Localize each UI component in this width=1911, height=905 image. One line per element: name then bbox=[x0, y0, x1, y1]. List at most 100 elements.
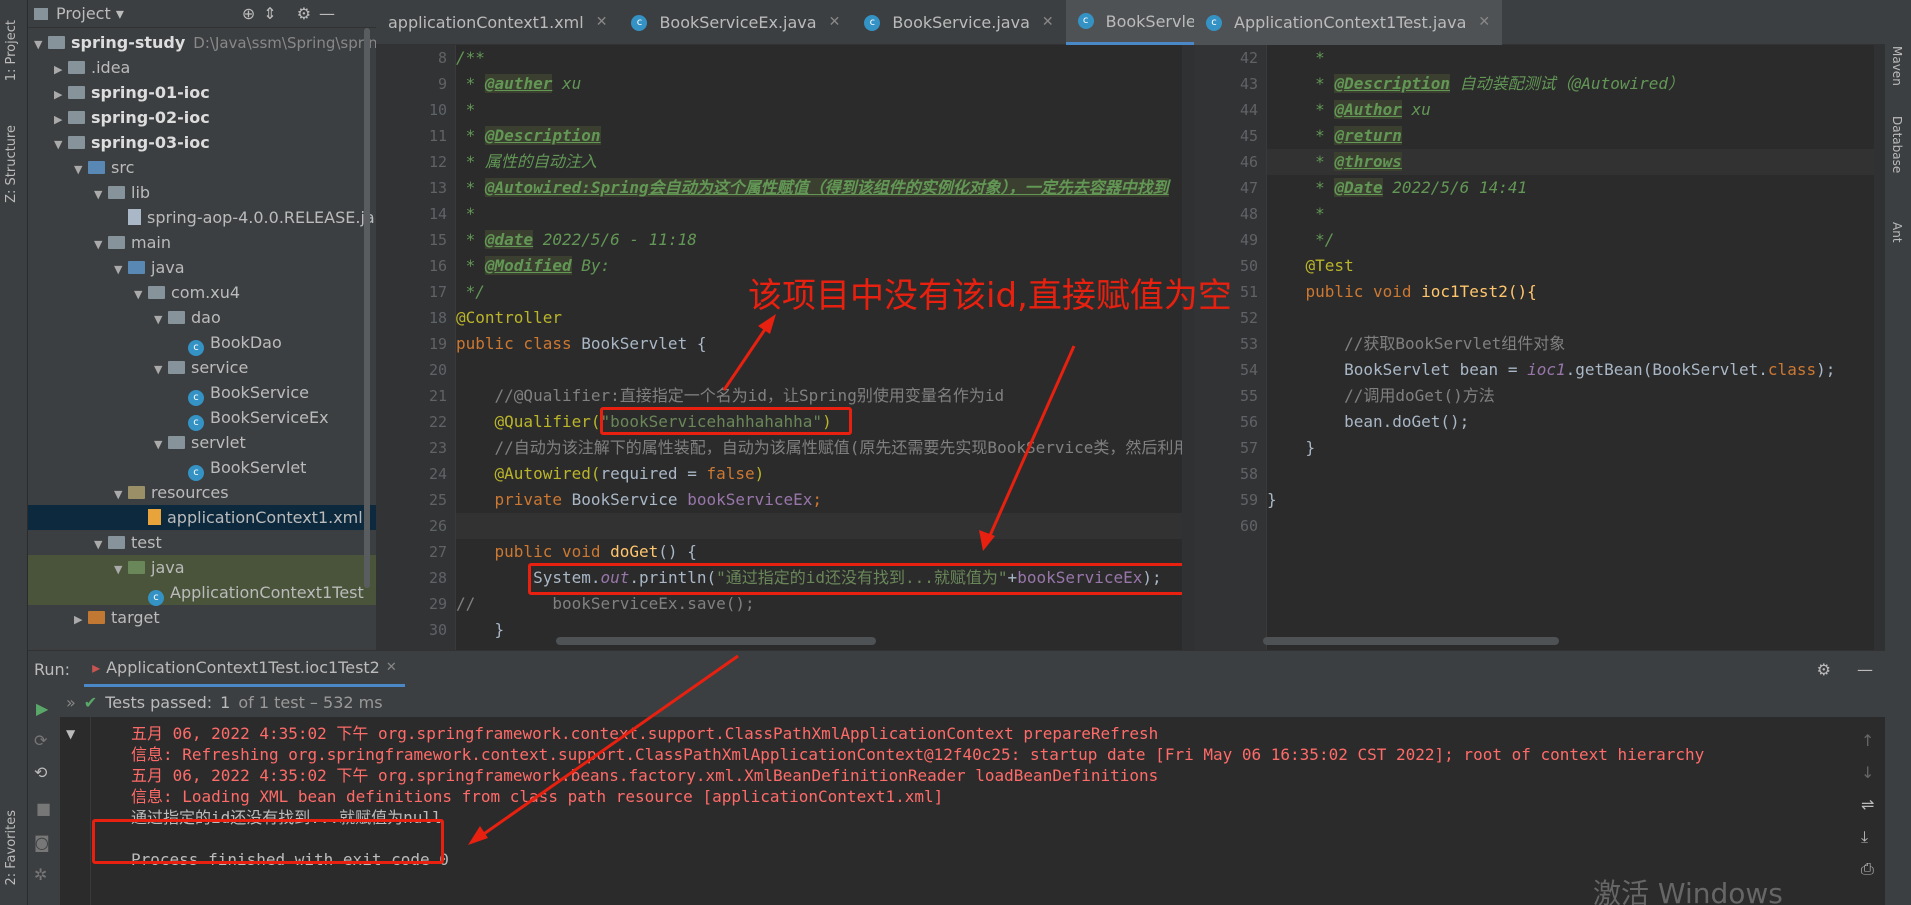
tree-item[interactable]: ▼ main bbox=[28, 230, 376, 255]
tree-item[interactable]: ▼ test bbox=[28, 530, 376, 555]
locate-icon[interactable]: ⊕ bbox=[242, 4, 255, 23]
print-icon[interactable]: ⎙ bbox=[1861, 859, 1874, 879]
tree-item[interactable]: ▶ .idea bbox=[28, 55, 376, 80]
minimize-icon[interactable]: — bbox=[1857, 660, 1873, 679]
favorites-tool-tab[interactable]: 2: Favorites bbox=[4, 810, 19, 886]
editor-applicationcontext1test[interactable]: 42 43 44 45 46 47 48 49 50 51 52 53 54 55 56 57 58 59 60 *… bbox=[1194, 45, 1885, 650]
scroll-down-icon[interactable]: ↓ bbox=[1861, 763, 1874, 782]
tree-item[interactable]: ▼ dao bbox=[28, 305, 376, 330]
folder-icon bbox=[68, 111, 85, 124]
horizontal-scrollbar[interactable] bbox=[1263, 637, 1559, 645]
code-line: @Autowired(required = false) bbox=[456, 464, 765, 483]
tree-item[interactable]: ▼ src bbox=[28, 155, 376, 180]
rerun-icon[interactable]: ▶ bbox=[36, 699, 48, 718]
tree-item-label: dao bbox=[191, 308, 221, 327]
chevron-right-icon[interactable]: ▶ bbox=[54, 57, 68, 82]
horizontal-scrollbar[interactable] bbox=[556, 637, 876, 645]
tree-item[interactable]: c BookDao bbox=[28, 330, 376, 356]
chevron-down-icon[interactable]: ▼ bbox=[94, 232, 108, 257]
collapse-all-icon[interactable]: ⇕ bbox=[263, 4, 276, 23]
tree-item[interactable]: ▼ service bbox=[28, 355, 376, 380]
soft-wrap-icon[interactable]: ⇌ bbox=[1861, 795, 1874, 814]
tree-item-label: target bbox=[111, 608, 160, 627]
chevron-down-icon[interactable]: ▼ bbox=[154, 432, 168, 457]
line-number: 44 bbox=[1239, 101, 1258, 119]
chevron-down-icon[interactable]: ▼ bbox=[114, 557, 128, 582]
chevron-down-icon[interactable]: ▼ bbox=[114, 482, 128, 507]
tree-item[interactable]: spring-aop-4.0.0.RELEASE.jar bbox=[28, 205, 376, 230]
tab-bookservice-java[interactable]: c BookService.java ✕ bbox=[852, 0, 1065, 45]
camera-icon[interactable]: ◙ bbox=[34, 833, 50, 852]
database-tool-tab[interactable]: Database bbox=[1890, 116, 1904, 173]
toggle-auto-test-icon[interactable]: ⟲ bbox=[34, 763, 47, 782]
project-view-selector[interactable]: Project ▾ bbox=[56, 4, 124, 23]
tree-item[interactable]: c BookServlet bbox=[28, 455, 376, 481]
chevron-down-icon[interactable]: ▼ bbox=[34, 32, 48, 57]
collapse-tree-icon[interactable]: ▼ bbox=[66, 727, 75, 741]
close-icon[interactable]: ✕ bbox=[386, 660, 397, 675]
tree-item[interactable]: c BookService bbox=[28, 380, 376, 406]
scroll-to-end-icon[interactable]: ⤓ bbox=[1861, 827, 1868, 847]
close-icon[interactable]: ✕ bbox=[1042, 0, 1054, 45]
chevron-down-icon[interactable]: ▼ bbox=[94, 182, 108, 207]
line-gutter: 42 43 44 45 46 47 48 49 50 51 52 53 54 55 56 57 58 59 60 bbox=[1195, 45, 1267, 650]
tree-item[interactable]: ▼ lib bbox=[28, 180, 376, 205]
chevron-right-icon[interactable]: ▶ bbox=[74, 607, 88, 632]
close-icon[interactable]: ✕ bbox=[1478, 0, 1490, 45]
editor-bookservlet[interactable]: 8 9 10 11 12 13 14 15 16 17 18 19 20 21 22 23 24 25 26 27 28… bbox=[376, 45, 1194, 650]
editor-scrollbar[interactable] bbox=[1182, 45, 1194, 650]
editor-tabs-right: c ApplicationContext1Test.java ✕ bbox=[1194, 0, 1885, 45]
tree-item[interactable]: ▼ resources bbox=[28, 480, 376, 505]
stop-icon[interactable]: ■ bbox=[36, 799, 51, 818]
settings-icon[interactable]: ✲ bbox=[34, 865, 47, 884]
highlight-box-qualifier bbox=[600, 407, 852, 435]
tree-item[interactable]: ▼ spring-03-ioc bbox=[28, 130, 376, 155]
chevron-down-icon[interactable]: ▼ bbox=[134, 282, 148, 307]
line-number: 22 bbox=[428, 413, 447, 431]
structure-tool-tab[interactable]: Z: Structure bbox=[4, 125, 19, 203]
code-line: * @date 2022/5/6 - 11:18 bbox=[456, 230, 697, 249]
tree-item[interactable]: ▶ spring-02-ioc bbox=[28, 105, 376, 130]
tree-item[interactable]: ▼ spring-study D:\Java\ssm\Spring\spring- bbox=[28, 30, 376, 55]
project-scrollbar[interactable] bbox=[364, 28, 370, 588]
ant-tool-tab[interactable]: Ant bbox=[1890, 222, 1904, 243]
chevron-down-icon[interactable]: ▼ bbox=[94, 532, 108, 557]
tree-item[interactable]: ▼ java bbox=[28, 255, 376, 280]
tree-item[interactable]: ▼ servlet bbox=[28, 430, 376, 455]
tree-item[interactable]: ▶ target bbox=[28, 605, 376, 630]
tab-applicationcontext1test-java[interactable]: c ApplicationContext1Test.java ✕ bbox=[1194, 0, 1503, 45]
folder-icon bbox=[168, 436, 185, 449]
chevron-right-icon[interactable]: ▶ bbox=[54, 107, 68, 132]
maven-tool-tab[interactable]: Maven bbox=[1890, 46, 1904, 86]
line-number: 43 bbox=[1239, 75, 1258, 93]
tab-applicationcontext1-xml[interactable]: applicationContext1.xml ✕ bbox=[376, 0, 619, 45]
tree-item[interactable]: ▶ spring-01-ioc bbox=[28, 80, 376, 105]
folder-icon bbox=[88, 161, 105, 174]
tree-item[interactable]: applicationContext1.xml bbox=[28, 505, 376, 530]
chevron-down-icon[interactable]: ▼ bbox=[154, 307, 168, 332]
scroll-up-icon[interactable]: ↑ bbox=[1861, 731, 1874, 750]
code-line: } bbox=[1267, 490, 1277, 509]
chevron-down-icon[interactable]: ▼ bbox=[54, 132, 68, 157]
gear-icon[interactable]: ⚙ bbox=[297, 4, 311, 23]
tab-bookserviceex-java[interactable]: c BookServiceEx.java ✕ bbox=[619, 0, 852, 45]
close-icon[interactable]: ✕ bbox=[596, 0, 608, 45]
chevron-down-icon[interactable]: ▼ bbox=[114, 257, 128, 282]
tree-item[interactable]: c ApplicationContext1Test bbox=[28, 580, 376, 606]
minimize-icon[interactable]: — bbox=[319, 4, 335, 23]
tree-item[interactable]: ▼ com.xu4 bbox=[28, 280, 376, 305]
run-tab[interactable]: ▸ ApplicationContext1Test.ioc1Test2 ✕ bbox=[84, 651, 405, 687]
gear-icon[interactable]: ⚙ bbox=[1817, 660, 1831, 679]
project-tool-tab[interactable]: 1: Project bbox=[4, 20, 19, 81]
close-icon[interactable]: ✕ bbox=[829, 0, 841, 45]
tree-item[interactable]: ▼ java bbox=[28, 555, 376, 580]
editor-scrollbar[interactable] bbox=[1874, 45, 1885, 650]
xml-file-icon bbox=[148, 509, 161, 525]
chevron-down-icon[interactable]: ▼ bbox=[74, 157, 88, 182]
chevron-down-icon[interactable]: ▼ bbox=[154, 357, 168, 382]
chevron-right-icon[interactable]: ▶ bbox=[54, 82, 68, 107]
tree-item[interactable]: c BookServiceEx bbox=[28, 405, 376, 431]
expand-icon[interactable]: » bbox=[66, 693, 76, 712]
rerun-failed-icon[interactable]: ⟳ bbox=[34, 731, 47, 750]
code-line: * @Date 2022/5/6 14:41 bbox=[1267, 178, 1528, 197]
